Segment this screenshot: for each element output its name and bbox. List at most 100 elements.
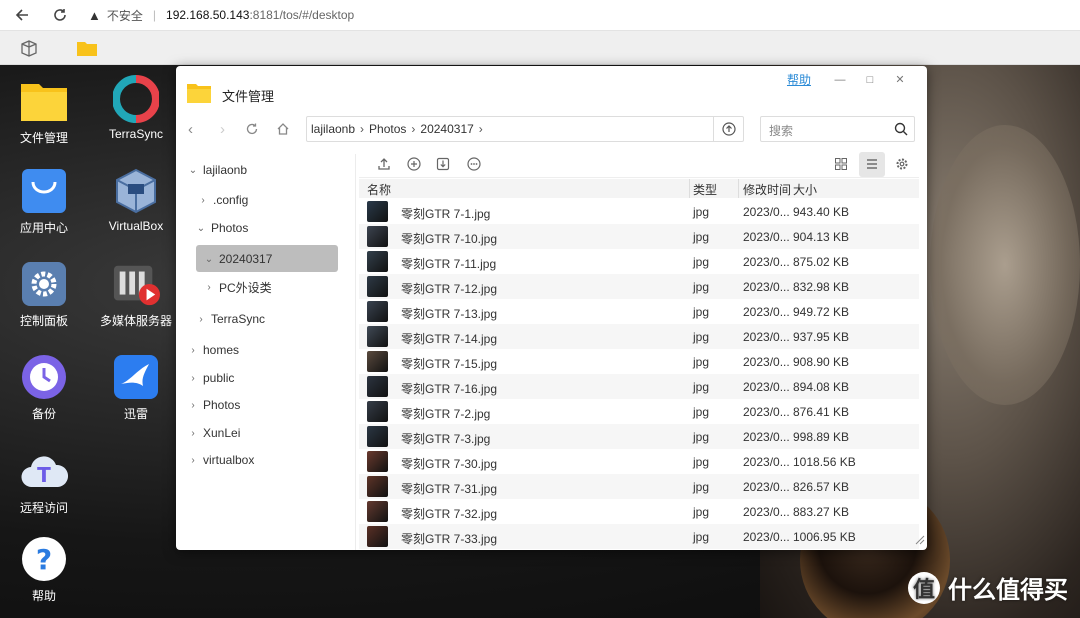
home-icon[interactable] xyxy=(276,122,290,140)
media-server-icon xyxy=(112,260,160,308)
column-header-modified[interactable]: 修改时间 xyxy=(743,181,791,198)
table-row[interactable]: 零刻GTR 7-32.jpg jpg 2023/0... 883.27 KB xyxy=(359,499,919,524)
file-name: 零刻GTR 7-2.jpg xyxy=(401,407,491,421)
refresh-icon[interactable] xyxy=(245,122,259,140)
chevron-right-icon: › xyxy=(207,281,211,293)
table-row[interactable]: 零刻GTR 7-33.jpg jpg 2023/0... 1006.95 KB xyxy=(359,524,919,549)
table-row[interactable]: 零刻GTR 7-15.jpg jpg 2023/0... 908.90 KB xyxy=(359,349,919,374)
add-circle-icon[interactable] xyxy=(407,157,421,174)
upload-icon[interactable] xyxy=(377,157,391,174)
minimize-icon[interactable]: — xyxy=(825,74,855,86)
help-link[interactable]: 帮助 xyxy=(787,71,811,88)
chevron-down-icon: ⌄ xyxy=(196,222,206,234)
close-icon[interactable]: ✕ xyxy=(885,73,915,86)
terrasync-icon xyxy=(112,75,160,123)
download-box-icon[interactable] xyxy=(436,157,450,174)
tree-item-photos[interactable]: ⌄ Photos xyxy=(194,215,249,241)
more-options-icon[interactable] xyxy=(467,157,481,174)
search-icon[interactable] xyxy=(894,122,908,139)
breadcrumb-item[interactable]: 20240317 xyxy=(420,122,473,136)
table-row[interactable]: 零刻GTR 7-31.jpg jpg 2023/0... 826.57 KB xyxy=(359,474,919,499)
tree-item-xunlei[interactable]: › XunLei xyxy=(186,420,240,446)
desktop-icon-app-center[interactable]: 应用中心 xyxy=(4,167,84,236)
table-row[interactable]: 零刻GTR 7-13.jpg jpg 2023/0... 949.72 KB xyxy=(359,299,919,324)
grid-view-icon[interactable] xyxy=(834,157,848,174)
column-header-size[interactable]: 大小 xyxy=(793,181,817,198)
back-icon[interactable]: ‹ xyxy=(188,121,193,138)
tree-item-label: 20240317 xyxy=(219,252,273,266)
table-row[interactable]: 零刻GTR 7-12.jpg jpg 2023/0... 832.98 KB xyxy=(359,274,919,299)
navigation-bar: ‹ › lajilaonb › Photos › 20240317 › 搜索 xyxy=(176,114,927,146)
forward-icon[interactable]: › xyxy=(220,121,225,138)
breadcrumb: lajilaonb › Photos › 20240317 › xyxy=(306,116,744,142)
table-row[interactable]: 零刻GTR 7-10.jpg jpg 2023/0... 904.13 KB xyxy=(359,224,919,249)
maximize-icon[interactable]: □ xyxy=(855,74,885,86)
desktop-icon-remote-access[interactable]: T 远程访问 xyxy=(4,447,84,516)
file-name: 零刻GTR 7-30.jpg xyxy=(401,457,498,471)
desktop-icon-help[interactable]: ? 帮助 xyxy=(4,535,84,604)
tree-item-label: public xyxy=(203,371,235,385)
file-modified: 2023/0... xyxy=(743,505,790,519)
file-size: 875.02 KB xyxy=(793,255,850,269)
search-input[interactable]: 搜索 xyxy=(760,116,915,142)
tree-item-pc[interactable]: › PC外设类 xyxy=(202,274,271,300)
file-modified: 2023/0... xyxy=(743,430,790,444)
file-size: 883.27 KB xyxy=(793,505,850,519)
image-thumbnail xyxy=(367,376,388,397)
tree-item-public[interactable]: › public xyxy=(186,365,234,391)
desktop-icon-label: 帮助 xyxy=(31,589,56,603)
tree-item-homes[interactable]: › homes xyxy=(186,337,239,363)
tree-item-lajilaonb[interactable]: ⌄ lajilaonb xyxy=(186,157,247,183)
list-view-icon[interactable] xyxy=(865,157,879,174)
desktop-icon-file-manager[interactable]: 文件管理 xyxy=(4,77,84,146)
tree-item-label: TerraSync xyxy=(211,312,266,326)
breadcrumb-item[interactable]: lajilaonb xyxy=(311,122,355,136)
file-type: jpg xyxy=(693,455,710,469)
help-icon: ? xyxy=(20,535,68,583)
tree-item-terrasync[interactable]: › TerraSync xyxy=(194,306,265,332)
tree-item-photos-root[interactable]: › Photos xyxy=(186,392,240,418)
table-row[interactable]: 零刻GTR 7-2.jpg jpg 2023/0... 876.41 KB xyxy=(359,399,919,424)
backup-clock-icon xyxy=(20,353,68,401)
table-row[interactable]: 零刻GTR 7-16.jpg jpg 2023/0... 894.08 KB xyxy=(359,374,919,399)
tree-item-20240317[interactable]: ⌄ 20240317 xyxy=(202,246,273,272)
file-type: jpg xyxy=(693,305,710,319)
desktop-icon-virtualbox[interactable]: VirtualBox xyxy=(96,167,176,233)
table-row[interactable]: 零刻GTR 7-3.jpg jpg 2023/0... 998.89 KB xyxy=(359,424,919,449)
desktop-icon-label: 应用中心 xyxy=(19,221,68,235)
table-row[interactable]: 零刻GTR 7-30.jpg jpg 2023/0... 1018.56 KB xyxy=(359,449,919,474)
file-size: 943.40 KB xyxy=(793,205,850,219)
desktop-icon-control-panel[interactable]: 控制面板 xyxy=(4,260,84,329)
table-row[interactable]: 零刻GTR 7-11.jpg jpg 2023/0... 875.02 KB xyxy=(359,249,919,274)
start-menu-icon[interactable] xyxy=(18,37,40,59)
desktop-icon-terrasync[interactable]: TerraSync xyxy=(96,75,176,141)
breadcrumb-separator-icon: › xyxy=(360,122,365,136)
file-type: jpg xyxy=(693,355,710,369)
breadcrumb-item[interactable]: Photos xyxy=(369,122,406,136)
upload-circle-icon[interactable] xyxy=(713,117,743,141)
folder-tree: ⌄ lajilaonb › .config ⌄ Photos ⌄ 20240317 › P… xyxy=(176,154,356,550)
column-header-name[interactable]: 名称 xyxy=(367,181,391,198)
file-size: 826.57 KB xyxy=(793,480,850,494)
table-row[interactable]: 零刻GTR 7-14.jpg jpg 2023/0... 937.95 KB xyxy=(359,324,919,349)
back-arrow-icon[interactable] xyxy=(12,5,32,25)
tree-item-label: .config xyxy=(213,193,249,207)
image-thumbnail xyxy=(367,351,388,372)
window-titlebar[interactable]: 文件管理 帮助 — □ ✕ xyxy=(176,66,927,114)
desktop-icon-backup[interactable]: 备份 xyxy=(4,353,84,422)
desktop-icon-media-server[interactable]: 多媒体服务器 xyxy=(96,260,176,329)
table-row[interactable]: 零刻GTR 7-1.jpg jpg 2023/0... 943.40 KB xyxy=(359,199,919,224)
watermark: 值 什么值得买 xyxy=(908,570,1068,605)
column-header-type[interactable]: 类型 xyxy=(693,181,717,198)
resize-handle-icon[interactable] xyxy=(915,534,925,548)
file-modified: 2023/0... xyxy=(743,230,790,244)
url-path: :8181/tos/#/desktop xyxy=(249,8,355,22)
settings-gear-icon[interactable] xyxy=(895,157,909,174)
desktop-icon-xunlei[interactable]: 迅雷 xyxy=(96,353,176,422)
tree-item-virtualbox[interactable]: › virtualbox xyxy=(186,447,254,473)
reload-icon[interactable] xyxy=(50,5,70,25)
address-bar[interactable]: ▲ 不安全 | 192.168.50.143 :8181/tos/#/deskt… xyxy=(88,7,354,24)
tree-item-config[interactable]: › .config xyxy=(196,187,248,213)
chevron-down-icon: ⌄ xyxy=(204,253,214,265)
taskbar-folder-icon[interactable] xyxy=(76,37,98,59)
